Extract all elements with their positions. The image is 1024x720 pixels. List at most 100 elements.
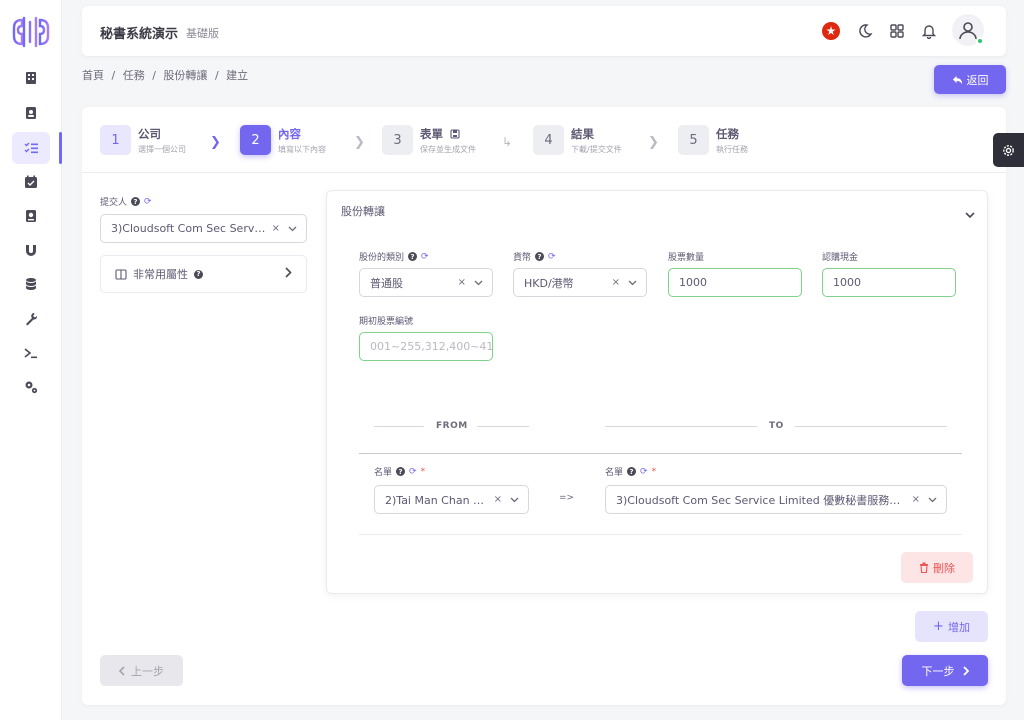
- step-number: 3: [382, 125, 413, 155]
- nav-company-icon[interactable]: [12, 62, 50, 94]
- app-title: 秘書系統演示: [100, 27, 179, 42]
- reply-arrow-icon: [952, 75, 962, 85]
- subscription-label: 認購現金: [822, 253, 859, 263]
- next-step-label: 下一步: [921, 664, 955, 678]
- transfer-arrow: =>: [559, 493, 575, 503]
- add-button-label: 增加: [947, 620, 970, 634]
- chevron-left-icon: [119, 665, 125, 676]
- chevron-down-icon: [506, 497, 522, 503]
- to-name-label: 名單: [605, 468, 624, 478]
- initial-cert-input[interactable]: 001~255,312,400~410: [359, 332, 493, 361]
- required-marker: *: [420, 466, 426, 477]
- clear-icon[interactable]: ×: [912, 494, 920, 505]
- nav-tasks-icon[interactable]: [12, 132, 62, 164]
- customizer-gear-icon[interactable]: [993, 133, 1024, 167]
- breadcrumb-create: 建立: [226, 69, 249, 82]
- share-qty-input[interactable]: 1000: [668, 268, 802, 297]
- share-class-label: 股份的類別: [359, 253, 405, 263]
- refresh-icon[interactable]: ⟳: [144, 197, 152, 207]
- breadcrumb-home[interactable]: 首頁: [82, 69, 104, 82]
- to-label: TO: [769, 421, 784, 431]
- step-chevron-icon: ❯: [648, 135, 659, 150]
- nav-database-icon[interactable]: [12, 268, 50, 300]
- step-content[interactable]: 2 內容 填寫以下內容: [240, 124, 326, 156]
- step-desc: 下載/提交文件: [571, 144, 622, 154]
- nav-contacts-icon[interactable]: [12, 97, 50, 129]
- dark-mode-icon[interactable]: [854, 20, 876, 42]
- from-name-select[interactable]: 2)Tai Man Chan 陳... ×: [374, 485, 529, 514]
- nav-terminal-icon[interactable]: [12, 337, 50, 369]
- step-number: 2: [240, 125, 271, 155]
- app-logo[interactable]: [8, 14, 54, 50]
- delete-button-label: 刪除: [933, 561, 955, 575]
- clear-icon[interactable]: ×: [272, 223, 280, 234]
- submitter-label-row: 提交人 ? ⟳: [100, 195, 152, 209]
- nav-book-icon[interactable]: [12, 200, 50, 232]
- currency-label-row: 貨幣 ? ⟳: [513, 250, 556, 264]
- help-icon[interactable]: ?: [131, 197, 141, 206]
- breadcrumb-sep: /: [111, 69, 116, 82]
- currency-select[interactable]: HKD/港幣 ×: [513, 268, 647, 297]
- step-task[interactable]: 5 任務 執行任務: [678, 124, 748, 156]
- trash-icon: [920, 562, 928, 573]
- transfer-top-rule: [359, 453, 962, 454]
- back-button-label: 返回: [966, 73, 989, 87]
- nav-calendar-icon[interactable]: [12, 166, 50, 198]
- step-desc: 填寫以下內容: [278, 144, 326, 154]
- currency-label: 貨幣: [513, 253, 532, 263]
- breadcrumb: 首頁 / 任務 / 股份轉讓 / 建立: [82, 67, 252, 83]
- add-button[interactable]: + 增加: [915, 611, 988, 642]
- nav-wrench-icon[interactable]: [12, 303, 50, 335]
- help-icon[interactable]: ?: [535, 252, 545, 261]
- clear-icon[interactable]: ×: [458, 277, 466, 288]
- submitter-value: 3)Cloudsoft Com Sec Service ...: [111, 222, 268, 235]
- notification-bell-icon[interactable]: [918, 20, 940, 42]
- refresh-icon[interactable]: ⟳: [409, 467, 417, 477]
- to-name-value: 3)Cloudsoft Com Sec Service Limited 優數秘書…: [616, 493, 908, 507]
- collapse-chevron-icon[interactable]: [965, 204, 975, 223]
- advanced-properties-toggle[interactable]: 非常用屬性 ?: [100, 255, 307, 293]
- delete-button[interactable]: 刪除: [901, 552, 973, 583]
- save-icon: [450, 128, 460, 139]
- share-transfer-panel: 股份轉讓 股份的類別 ? ⟳ 貨幣 ? ⟳ 股票數量 認購現金 普通股 × HK…: [326, 190, 988, 594]
- breadcrumb-tasks[interactable]: 任務: [123, 69, 145, 82]
- clear-icon[interactable]: ×: [612, 277, 620, 288]
- to-divider-right: [795, 426, 947, 427]
- help-icon[interactable]: ?: [194, 269, 203, 279]
- breadcrumb-share-transfer[interactable]: 股份轉讓: [163, 69, 207, 82]
- help-icon[interactable]: ?: [627, 467, 637, 476]
- step-title: 公司: [138, 126, 161, 141]
- step-desc: 保存並生成文件: [420, 144, 476, 154]
- help-icon[interactable]: ?: [396, 467, 406, 476]
- required-marker: *: [651, 466, 657, 477]
- nav-settings-icon[interactable]: [12, 371, 50, 403]
- share-class-select[interactable]: 普通股 ×: [359, 268, 493, 297]
- submitter-select[interactable]: 3)Cloudsoft Com Sec Service ... ×: [100, 214, 307, 243]
- app-edition: 基礎版: [186, 27, 219, 40]
- refresh-icon[interactable]: ⟳: [421, 252, 429, 262]
- subscription-input[interactable]: 1000: [822, 268, 956, 297]
- step-company[interactable]: 1 公司 選擇一個公司: [100, 124, 186, 156]
- apps-grid-icon[interactable]: [886, 20, 908, 42]
- sidebar: [0, 0, 62, 720]
- chevron-right-icon: [962, 665, 969, 676]
- step-result[interactable]: 4 結果 下載/提交文件: [533, 124, 622, 156]
- hk-flag-icon[interactable]: [820, 20, 842, 42]
- refresh-icon[interactable]: ⟳: [640, 467, 648, 477]
- help-icon[interactable]: ?: [408, 252, 418, 261]
- user-avatar[interactable]: [952, 14, 984, 46]
- to-name-select[interactable]: 3)Cloudsoft Com Sec Service Limited 優數秘書…: [605, 485, 947, 514]
- from-label: FROM: [436, 421, 468, 431]
- back-button[interactable]: 返回: [934, 65, 1006, 94]
- step-form[interactable]: 3 表單 保存並生成文件: [382, 124, 476, 156]
- chevron-down-icon: [284, 226, 300, 232]
- step-title: 結果: [571, 126, 594, 141]
- next-step-button[interactable]: 下一步: [902, 655, 988, 686]
- nav-magnet-icon[interactable]: [12, 234, 50, 266]
- breadcrumb-sep: /: [152, 69, 156, 82]
- previous-step-button[interactable]: 上一步: [100, 655, 183, 686]
- share-class-value: 普通股: [370, 276, 403, 290]
- from-name-value: 2)Tai Man Chan 陳...: [385, 493, 490, 507]
- refresh-icon[interactable]: ⟳: [548, 252, 556, 262]
- clear-icon[interactable]: ×: [494, 494, 502, 505]
